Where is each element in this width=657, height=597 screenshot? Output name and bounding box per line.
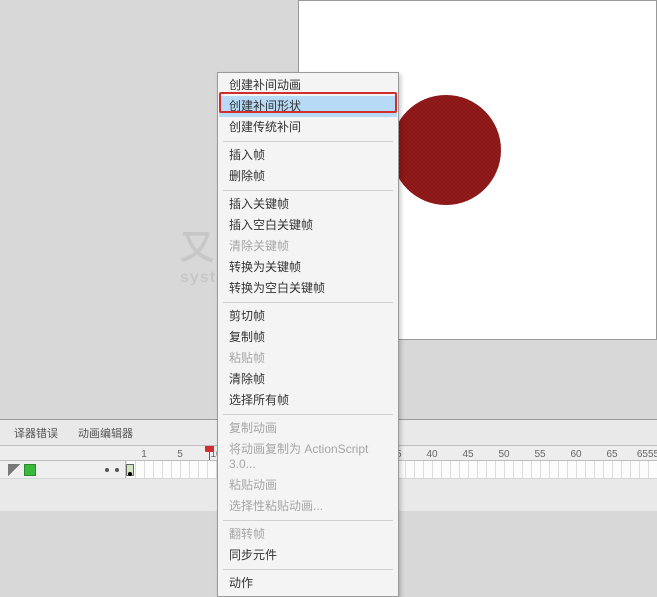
menu-item: 将动画复制为 ActionScript 3.0... xyxy=(219,439,397,475)
ruler-tick: 1 xyxy=(126,449,162,460)
menu-item[interactable]: 动作 xyxy=(219,573,397,594)
timeline-context-menu: 创建补间动画创建补间形状创建传统补间插入帧删除帧插入关键帧插入空白关键帧清除关键… xyxy=(217,72,399,597)
tab-compiler-errors[interactable]: 译器错误 xyxy=(8,423,64,443)
menu-item[interactable]: 转换为关键帧 xyxy=(219,257,397,278)
menu-item: 粘贴动画 xyxy=(219,475,397,496)
menu-item[interactable]: 创建补间动画 xyxy=(219,75,397,96)
menu-item[interactable]: 插入关键帧 xyxy=(219,194,397,215)
ruler-tick: 65 xyxy=(594,449,630,460)
menu-item[interactable]: 创建传统补间 xyxy=(219,117,397,138)
menu-item[interactable]: 复制帧 xyxy=(219,327,397,348)
menu-item[interactable]: 删除帧 xyxy=(219,166,397,187)
menu-item: 复制动画 xyxy=(219,418,397,439)
menu-item[interactable]: 同步元件 xyxy=(219,545,397,566)
layer-toggle-dots[interactable] xyxy=(105,468,119,472)
menu-item: 选择性粘贴动画... xyxy=(219,496,397,517)
ruler-tick: 5 xyxy=(162,449,198,460)
menu-item[interactable]: 清除帧 xyxy=(219,369,397,390)
menu-item[interactable]: 选择所有帧 xyxy=(219,390,397,411)
menu-item: 清除关键帧 xyxy=(219,236,397,257)
menu-item[interactable]: 创建补间形状 xyxy=(219,96,397,117)
shape-circle[interactable] xyxy=(391,95,501,205)
keyframe[interactable] xyxy=(126,464,134,476)
playhead[interactable] xyxy=(209,446,210,461)
ruler-tick: 45 xyxy=(450,449,486,460)
menu-item: 粘贴帧 xyxy=(219,348,397,369)
pencil-icon xyxy=(8,464,20,476)
layer-color-swatch xyxy=(24,464,36,476)
menu-item[interactable]: 剪切帧 xyxy=(219,306,397,327)
ruler-tick: 60 xyxy=(558,449,594,460)
layer-head[interactable] xyxy=(0,461,126,478)
menu-item[interactable]: 插入帧 xyxy=(219,145,397,166)
ruler-tick: 40 xyxy=(414,449,450,460)
tab-motion-editor[interactable]: 动画编辑器 xyxy=(72,423,139,443)
menu-item: 翻转帧 xyxy=(219,524,397,545)
ruler-tick: 6555 xyxy=(630,449,657,460)
menu-item[interactable]: 插入空白关键帧 xyxy=(219,215,397,236)
ruler-tick: 50 xyxy=(486,449,522,460)
ruler-tick: 55 xyxy=(522,449,558,460)
menu-item[interactable]: 转换为空白关键帧 xyxy=(219,278,397,299)
